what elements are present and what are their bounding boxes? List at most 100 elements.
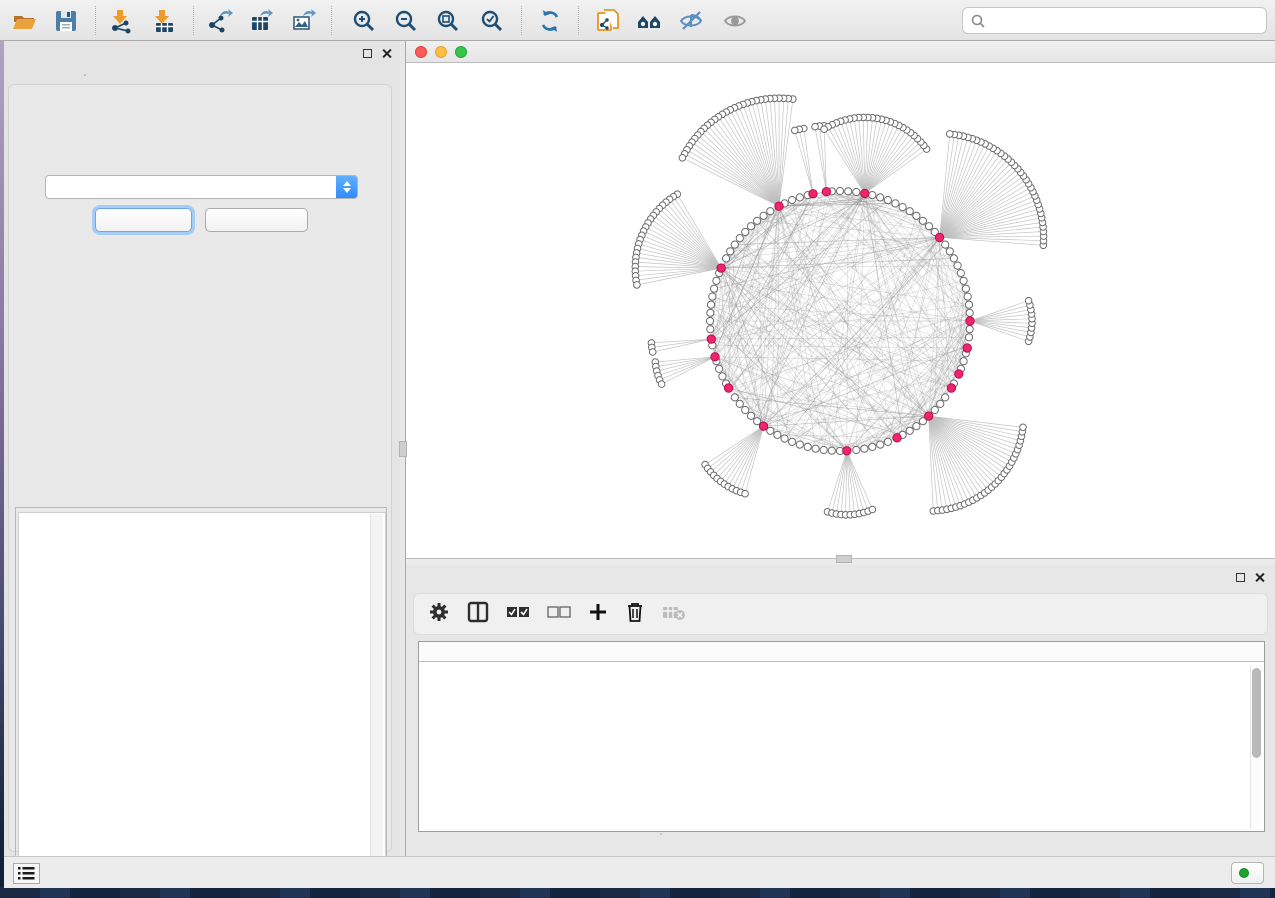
ring-node[interactable]: [906, 208, 913, 215]
window-minimize-icon[interactable]: [435, 46, 447, 58]
leaf-node[interactable]: [792, 127, 799, 134]
ring-node[interactable]: [942, 241, 949, 248]
save-session-icon[interactable]: [50, 5, 82, 37]
ring-node[interactable]: [742, 406, 749, 413]
horizontal-divider[interactable]: [406, 558, 1275, 565]
export-table-icon[interactable]: [246, 5, 278, 37]
ring-node[interactable]: [760, 212, 767, 219]
mcds-hub-node[interactable]: [947, 384, 955, 392]
ring-node[interactable]: [965, 301, 972, 308]
ring-node[interactable]: [877, 194, 884, 201]
ring-node[interactable]: [853, 188, 860, 195]
ring-node[interactable]: [731, 394, 738, 401]
ring-node[interactable]: [711, 285, 718, 292]
hide-selected-icon[interactable]: [676, 5, 708, 37]
ring-node[interactable]: [954, 262, 961, 269]
ring-node[interactable]: [789, 438, 796, 445]
ring-node[interactable]: [957, 270, 964, 277]
leaf-node[interactable]: [634, 282, 641, 289]
ring-node[interactable]: [869, 192, 876, 199]
ring-node[interactable]: [767, 208, 774, 215]
ring-node[interactable]: [960, 277, 967, 284]
ring-node[interactable]: [942, 394, 949, 401]
ring-node[interactable]: [736, 235, 743, 242]
ring-node[interactable]: [716, 365, 723, 372]
leaf-node[interactable]: [649, 349, 656, 356]
table-scrollbar-thumb[interactable]: [1252, 668, 1261, 758]
ring-node[interactable]: [931, 406, 938, 413]
leaf-node[interactable]: [947, 131, 954, 138]
ring-node[interactable]: [812, 445, 819, 452]
ring-node[interactable]: [796, 441, 803, 448]
export-image-icon[interactable]: [288, 5, 320, 37]
zoom-fit-icon[interactable]: [432, 5, 464, 37]
leaf-node[interactable]: [869, 506, 876, 513]
mcds-hub-node[interactable]: [775, 202, 783, 210]
show-all-icon[interactable]: [720, 5, 752, 37]
ring-node[interactable]: [919, 217, 926, 224]
ring-node[interactable]: [731, 241, 738, 248]
criterion-dropdown[interactable]: [45, 175, 358, 199]
ring-node[interactable]: [747, 223, 754, 230]
ring-node[interactable]: [820, 446, 827, 453]
mcds-hub-node[interactable]: [925, 412, 933, 420]
mcds-hub-node[interactable]: [809, 190, 817, 198]
ring-node[interactable]: [853, 446, 860, 453]
ring-node[interactable]: [899, 204, 906, 211]
close-panel-icon[interactable]: [381, 48, 392, 59]
first-neighbors-icon[interactable]: [634, 5, 666, 37]
mcds-hub-node[interactable]: [717, 264, 725, 272]
ring-node[interactable]: [707, 309, 714, 316]
refresh-icon[interactable]: [534, 5, 566, 37]
ring-node[interactable]: [962, 285, 969, 292]
mcds-hub-node[interactable]: [843, 447, 851, 455]
close-panel-button[interactable]: [205, 208, 308, 232]
unselect-all-columns-icon[interactable]: [547, 604, 571, 625]
export-network-icon[interactable]: [204, 5, 236, 37]
leaf-node[interactable]: [812, 123, 819, 130]
ring-node[interactable]: [742, 228, 749, 235]
vertical-divider[interactable]: [400, 41, 406, 856]
zoom-in-icon[interactable]: [348, 5, 380, 37]
mcds-hub-node[interactable]: [966, 317, 974, 325]
zoom-selected-icon[interactable]: [476, 5, 508, 37]
mcds-hub-node[interactable]: [955, 370, 963, 378]
ring-node[interactable]: [781, 435, 788, 442]
open-file-icon[interactable]: [8, 5, 40, 37]
ring-node[interactable]: [707, 326, 714, 333]
ring-node[interactable]: [869, 443, 876, 450]
ring-node[interactable]: [709, 293, 716, 300]
ring-node[interactable]: [965, 334, 972, 341]
ring-node[interactable]: [736, 400, 743, 407]
ring-node[interactable]: [861, 445, 868, 452]
ring-node[interactable]: [884, 438, 891, 445]
search-input[interactable]: [991, 14, 1258, 28]
mcds-hub-node[interactable]: [724, 384, 732, 392]
ring-node[interactable]: [913, 423, 920, 430]
create-column-icon[interactable]: [588, 602, 608, 627]
delete-table-icon[interactable]: [662, 603, 686, 626]
mcds-hub-node[interactable]: [893, 434, 901, 442]
ring-node[interactable]: [719, 373, 726, 380]
ring-node[interactable]: [828, 447, 835, 454]
ring-node[interactable]: [836, 187, 843, 194]
close-panel-icon[interactable]: [1254, 572, 1265, 583]
table-settings-gear-icon[interactable]: [428, 601, 450, 628]
network-canvas[interactable]: [406, 63, 1275, 558]
task-history-button[interactable]: [13, 863, 40, 884]
new-network-from-selection-icon[interactable]: [592, 5, 624, 37]
leaf-node[interactable]: [679, 155, 686, 162]
select-all-columns-icon[interactable]: [506, 604, 530, 625]
leaf-node[interactable]: [821, 126, 828, 133]
ring-node[interactable]: [946, 248, 953, 255]
mcds-hub-node[interactable]: [861, 189, 869, 197]
zoom-out-icon[interactable]: [390, 5, 422, 37]
mcds-hub-node[interactable]: [963, 344, 971, 352]
mcds-hub-node[interactable]: [935, 233, 943, 241]
leaf-node[interactable]: [1020, 424, 1027, 431]
ring-node[interactable]: [845, 188, 852, 195]
float-panel-icon[interactable]: [1236, 573, 1245, 582]
ring-node[interactable]: [804, 443, 811, 450]
toggle-column-view-icon[interactable]: [467, 601, 489, 628]
ring-node[interactable]: [892, 200, 899, 207]
